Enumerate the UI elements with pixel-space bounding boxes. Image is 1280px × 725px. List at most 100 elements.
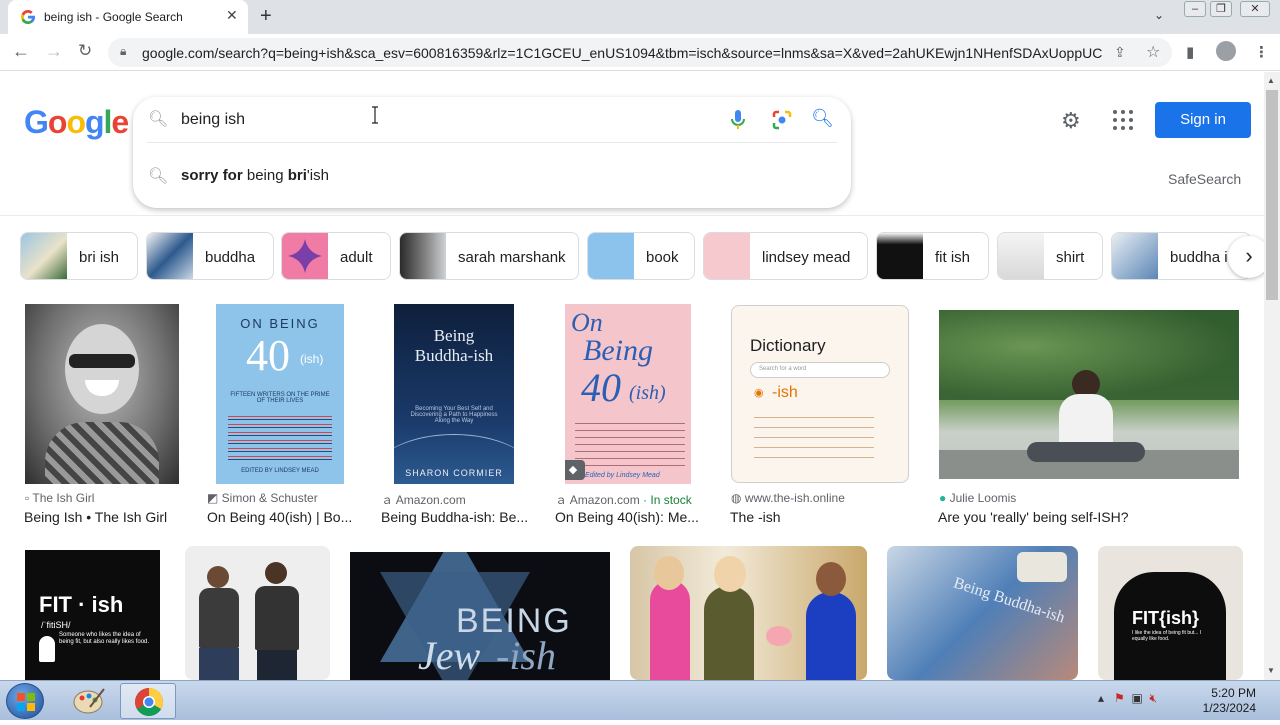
scroll-up-arrow-icon[interactable]: ▲ bbox=[1267, 76, 1275, 85]
chip-label: adult bbox=[340, 249, 373, 266]
chip-sarah-marshank[interactable]: sarah marshank bbox=[399, 232, 579, 280]
chip-label: lindsey mead bbox=[762, 249, 851, 266]
tshirt-shape bbox=[199, 588, 239, 648]
profile-avatar[interactable] bbox=[1216, 41, 1236, 61]
book-cover-text: EDITED BY LINDSEY MEAD bbox=[241, 468, 319, 474]
browser-menu-icon[interactable]: ⋮ bbox=[1254, 43, 1269, 61]
head-shape bbox=[207, 566, 229, 588]
url-text[interactable]: google.com/search?q=being+ish&sca_esv=60… bbox=[142, 45, 1102, 61]
head-shape bbox=[654, 556, 684, 590]
result-image-being-buddha-ish-book[interactable]: Being Buddha-ish Becoming Your Best Self… bbox=[394, 304, 514, 484]
book-cover-text: FIFTEEN WRITERS ON THE PRIME OF THEIR LI… bbox=[230, 392, 330, 404]
result-title[interactable]: Are you 'really' being self-ISH? bbox=[938, 509, 1198, 525]
reload-icon[interactable]: ↻ bbox=[78, 41, 92, 61]
system-tray[interactable]: ▴ ⚑ ▣ 🔇︎ bbox=[1098, 691, 1157, 706]
result-image-being-buddha-ish-photo[interactable]: Being Buddha-ish bbox=[887, 546, 1078, 680]
result-image-on-being-40-pink-book[interactable]: On Being 40 (ish) Edited by Lindsey Mead… bbox=[565, 304, 691, 484]
result-source[interactable]: ● Julie Loomis bbox=[939, 491, 1016, 505]
taskbar-paint-app[interactable] bbox=[60, 683, 116, 719]
book-cover-text: SHARON CORMIER bbox=[405, 468, 503, 478]
chip-label: sarah marshank bbox=[458, 249, 566, 266]
result-image-meditation[interactable] bbox=[939, 310, 1239, 479]
chip-fit-ish[interactable]: fit ish bbox=[876, 232, 989, 280]
google-lens-icon[interactable] bbox=[772, 110, 792, 130]
result-title[interactable]: Being Buddha-ish: Be... bbox=[381, 509, 531, 525]
result-title[interactable]: Being Ish • The Ish Girl bbox=[24, 509, 184, 525]
chip-bri-ish[interactable]: bri ish bbox=[20, 232, 138, 280]
search-input[interactable]: being ish bbox=[181, 111, 245, 129]
contributor-list bbox=[575, 419, 685, 467]
network-icon[interactable]: ▣ bbox=[1131, 691, 1142, 705]
google-apps-icon[interactable] bbox=[1113, 110, 1133, 130]
result-source[interactable]: ▫ The Ish Girl bbox=[25, 491, 94, 505]
lock-icon[interactable]: 🔒︎ bbox=[120, 44, 126, 59]
windows-logo-icon bbox=[17, 693, 35, 711]
page-scrollbar[interactable]: ▲ ▼ bbox=[1264, 72, 1280, 680]
result-image-fit-ish-definition[interactable]: FIT · ish /ˈfitiSH/ Someone who likes th… bbox=[25, 550, 160, 680]
bookmark-star-icon[interactable]: ☆ bbox=[1146, 42, 1160, 62]
result-source[interactable]: ◩ Simon & Schuster bbox=[207, 491, 318, 505]
result-title[interactable]: On Being 40(ish): Me... bbox=[555, 509, 705, 525]
search-box[interactable]: 🔍︎ being ish 🔍︎ 🔍︎ sorry for being bri'i… bbox=[133, 97, 851, 208]
result-source[interactable]: ◍ www.the-ish.online bbox=[731, 491, 845, 505]
result-image-the-ish-girl[interactable] bbox=[25, 304, 179, 484]
result-image-fit-ish-shirts[interactable] bbox=[185, 546, 330, 680]
chip-shirt[interactable]: shirt bbox=[997, 232, 1103, 280]
result-image-tv-interview[interactable] bbox=[630, 546, 867, 680]
close-window-icon[interactable]: ✕ bbox=[1240, 1, 1270, 17]
chip-label: book bbox=[646, 249, 679, 266]
result-source[interactable]: ａ Amazon.com bbox=[381, 491, 466, 508]
chip-book[interactable]: book bbox=[587, 232, 695, 280]
person-shape bbox=[704, 586, 754, 680]
volume-muted-icon[interactable]: 🔇︎ bbox=[1150, 691, 1158, 705]
chip-thumbnail bbox=[998, 233, 1044, 279]
sign-in-button[interactable]: Sign in bbox=[1155, 102, 1251, 138]
chip-buddha[interactable]: buddha bbox=[146, 232, 274, 280]
minimize-icon[interactable]: – bbox=[1184, 1, 1206, 17]
tab-search-chevron-icon[interactable]: ⌄ bbox=[1154, 8, 1164, 22]
side-panel-icon[interactable]: ▮ bbox=[1186, 43, 1194, 61]
taskbar-chrome-app[interactable] bbox=[120, 683, 176, 719]
result-source[interactable]: ａ Amazon.com · In stock bbox=[555, 491, 692, 508]
start-button[interactable] bbox=[6, 683, 44, 719]
tank-top-text: I like the idea of being fit but... I eq… bbox=[1132, 630, 1202, 642]
chip-adult[interactable]: adult bbox=[281, 232, 391, 280]
chip-thumbnail bbox=[147, 233, 193, 279]
taskbar-clock[interactable]: 5:20 PM 1/23/2024 bbox=[1196, 686, 1256, 716]
fit-ish-text: FIT · ish bbox=[39, 592, 124, 617]
jeans-shape bbox=[257, 650, 297, 680]
amazon-icon: ａ bbox=[555, 493, 570, 507]
forward-icon[interactable]: → bbox=[45, 41, 63, 62]
site-favicon-icon: ● bbox=[939, 491, 950, 505]
settings-gear-icon[interactable]: ⚙ bbox=[1061, 108, 1081, 134]
address-bar[interactable]: 🔒︎ google.com/search?q=being+ish&sca_esv… bbox=[108, 38, 1172, 67]
show-hidden-icons-icon[interactable]: ▴ bbox=[1098, 691, 1104, 705]
voice-search-icon[interactable] bbox=[730, 109, 746, 131]
new-tab-icon[interactable]: + bbox=[260, 5, 272, 28]
result-image-dictionary[interactable]: Dictionary Search for a word ◉ -ish bbox=[731, 305, 909, 483]
scroll-down-arrow-icon[interactable]: ▼ bbox=[1267, 666, 1275, 675]
being-jew-ish-text: -ish bbox=[496, 633, 556, 678]
result-title[interactable]: The -ish bbox=[730, 509, 900, 525]
dress-shape bbox=[45, 422, 159, 484]
result-image-fit-ish-tank[interactable]: FIT{ish} I like the idea of being fit bu… bbox=[1098, 546, 1243, 680]
google-logo[interactable]: Google bbox=[24, 104, 129, 141]
action-center-flag-icon[interactable]: ⚑ bbox=[1114, 691, 1125, 705]
safesearch-link[interactable]: SafeSearch bbox=[1168, 171, 1241, 187]
dictionary-title-text: Dictionary bbox=[750, 336, 826, 355]
browser-tab[interactable]: being ish - Google Search ✕ bbox=[8, 0, 248, 34]
back-icon[interactable]: ← bbox=[12, 41, 30, 62]
restore-icon[interactable]: ❐ bbox=[1210, 1, 1232, 17]
suggestion-text[interactable]: sorry for being bri'ish bbox=[181, 167, 329, 184]
chip-label: bri ish bbox=[79, 249, 120, 266]
search-submit-icon[interactable]: 🔍︎ bbox=[811, 108, 834, 129]
share-icon[interactable]: ⇪ bbox=[1114, 44, 1126, 61]
result-image-on-being-40ish-book[interactable]: ON BEING 40 (ish) FIFTEEN WRITERS ON THE… bbox=[216, 304, 344, 484]
fit-ish-text: /ˈfitiSH/ bbox=[41, 620, 71, 630]
result-image-being-jew-ish[interactable]: BEING Jew -ish bbox=[350, 552, 610, 680]
chip-lindsey-mead[interactable]: lindsey mead bbox=[703, 232, 868, 280]
close-tab-icon[interactable]: ✕ bbox=[226, 7, 238, 24]
paint-palette-icon bbox=[73, 688, 105, 714]
result-title[interactable]: On Being 40(ish) | Bo... bbox=[207, 509, 357, 525]
scrollbar-thumb[interactable] bbox=[1266, 90, 1278, 300]
